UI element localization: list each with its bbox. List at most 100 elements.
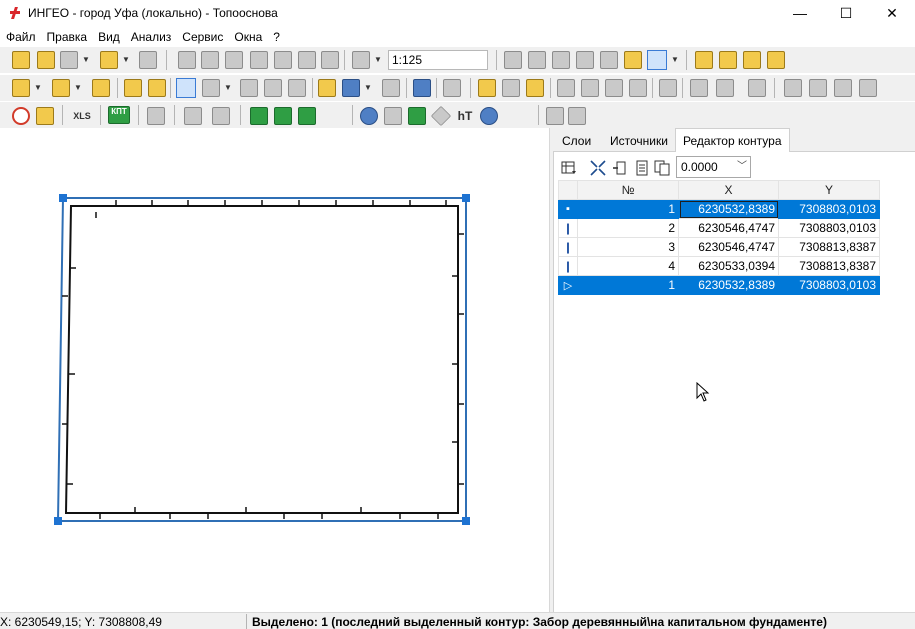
table-row[interactable]: ❙ 4 6230533,0394 7308813,8387 — [558, 256, 880, 276]
rotate-object-icon[interactable] — [719, 51, 737, 69]
style-dropdown-icon[interactable]: ▼ — [671, 51, 679, 69]
map-canvas[interactable] — [0, 128, 549, 612]
group-select-icon[interactable] — [478, 79, 496, 97]
table-options-icon[interactable] — [561, 160, 577, 176]
delete-object-icon[interactable] — [92, 79, 110, 97]
cell-y[interactable]: 7308813,8387 — [778, 237, 880, 257]
tab-sources[interactable]: Источники — [603, 131, 675, 152]
flag-2-icon[interactable] — [274, 107, 292, 125]
open-folder-icon[interactable] — [37, 51, 55, 69]
tab-layers[interactable]: Слои — [555, 131, 598, 152]
table-row[interactable]: ❙ 2 6230546,4747 7308803,0103 — [558, 218, 880, 238]
new-contour-dropdown-icon[interactable]: ▼ — [74, 79, 82, 97]
select-arrow-icon[interactable] — [504, 51, 522, 69]
refresh-icon[interactable] — [321, 51, 339, 69]
cell-x[interactable]: 6230546,4747 — [678, 218, 779, 238]
tab-contour-editor[interactable]: Редактор контура — [675, 128, 790, 153]
attributes-icon[interactable] — [318, 79, 336, 97]
move-object-icon[interactable] — [695, 51, 713, 69]
info-text-icon[interactable] — [212, 107, 230, 125]
fit-all-icon[interactable] — [298, 51, 316, 69]
undo-icon[interactable] — [413, 79, 431, 97]
insert-vertex-icon[interactable] — [612, 160, 628, 176]
select-layer-icon[interactable] — [624, 51, 642, 69]
doc-fx-icon[interactable] — [834, 79, 852, 97]
header-number[interactable]: № — [577, 180, 679, 200]
no-entry-icon[interactable] — [12, 107, 30, 125]
doc-1-icon[interactable] — [784, 79, 802, 97]
ungroup-icon[interactable] — [526, 79, 544, 97]
cell-y[interactable]: 7308803,0103 — [778, 218, 880, 238]
note-icon[interactable] — [36, 107, 54, 125]
draw-line-icon[interactable] — [202, 79, 220, 97]
minimize-button[interactable]: — — [777, 0, 823, 26]
select-polygon-icon[interactable] — [600, 51, 618, 69]
maximize-button[interactable]: ☐ — [823, 0, 869, 26]
flag-3-icon[interactable] — [298, 107, 316, 125]
direction-icon[interactable] — [430, 105, 452, 127]
cell-x[interactable]: 6230532,8389 — [678, 275, 779, 295]
menu-service[interactable]: Сервис — [176, 30, 228, 44]
doc-2-icon[interactable] — [809, 79, 827, 97]
style-fill-icon[interactable] — [647, 50, 667, 70]
fence-contour[interactable] — [64, 205, 459, 514]
new-object-icon[interactable] — [12, 79, 30, 97]
paste-object-icon[interactable] — [148, 79, 166, 97]
close-button[interactable]: ✕ — [869, 0, 915, 26]
zoom-scale-icon[interactable] — [352, 51, 370, 69]
menu-view[interactable]: Вид — [92, 30, 125, 44]
flag-1-icon[interactable] — [250, 107, 268, 125]
menu-windows[interactable]: Окна — [228, 30, 267, 44]
cell-y[interactable]: 7308803,0103 — [778, 275, 880, 295]
menu-analysis[interactable]: Анализ — [125, 30, 177, 44]
zoom-out-icon[interactable] — [274, 51, 292, 69]
overlay-3-icon[interactable] — [605, 79, 623, 97]
home-icon[interactable] — [384, 107, 402, 125]
cell-number[interactable]: 1 — [577, 199, 679, 219]
table-icon[interactable] — [342, 79, 360, 97]
mirror-object-icon[interactable] — [767, 51, 785, 69]
find-icon[interactable] — [147, 107, 165, 125]
table-dropdown-icon[interactable]: ▼ — [364, 79, 372, 97]
scale-dropdown-icon[interactable]: ▼ — [374, 51, 382, 69]
table-row[interactable]: ❙ 3 6230546,4747 7308813,8387 — [558, 237, 880, 257]
draw-line-dropdown-icon[interactable]: ▼ — [224, 79, 232, 97]
help-cursor-icon[interactable] — [443, 79, 461, 97]
new-contour-icon[interactable] — [52, 79, 70, 97]
globe-icon[interactable] — [360, 107, 378, 125]
vertex-handle-3[interactable] — [462, 517, 470, 525]
vertex-snap-icon[interactable] — [748, 79, 766, 97]
edit-vertices-icon[interactable] — [176, 78, 196, 98]
table-row[interactable]: ▷ 1 6230532,8389 7308803,0103 — [558, 275, 880, 295]
pan-hand-icon[interactable] — [201, 51, 219, 69]
document-icon[interactable] — [634, 160, 650, 176]
cell-number[interactable]: 4 — [577, 256, 679, 276]
scale-input[interactable]: 1:125 — [388, 50, 488, 70]
selected-contour[interactable] — [56, 197, 467, 522]
cell-number[interactable]: 1 — [577, 275, 679, 295]
layers-dropdown-icon[interactable]: ▼ — [82, 51, 90, 69]
vertex-handle-1[interactable] — [59, 194, 67, 202]
layers-icon[interactable] — [60, 51, 78, 69]
table-row[interactable]: ▪ 1 6230532,8389 7308803,0103 — [558, 199, 880, 219]
vertex-handle-2[interactable] — [462, 194, 470, 202]
semantics-icon[interactable] — [382, 79, 400, 97]
frame-icon[interactable] — [690, 79, 708, 97]
copy-object-icon[interactable] — [124, 79, 142, 97]
snap-icon[interactable] — [716, 79, 734, 97]
menu-edit[interactable]: Правка — [41, 30, 93, 44]
cell-y[interactable]: 7308813,8387 — [778, 256, 880, 276]
menu-file[interactable]: Файл — [0, 30, 41, 44]
menu-help[interactable]: ? — [267, 30, 285, 44]
explode-icon[interactable] — [502, 79, 520, 97]
split-color-icon[interactable] — [408, 107, 426, 125]
overlay-4-icon[interactable] — [629, 79, 647, 97]
network-icon[interactable] — [546, 107, 564, 125]
open-map-icon[interactable] — [12, 51, 30, 69]
header-x[interactable]: X — [678, 180, 779, 200]
export-xls-button[interactable]: XLS — [70, 107, 94, 125]
header-y[interactable]: Y — [778, 180, 880, 200]
cell-y[interactable]: 7308803,0103 — [778, 199, 880, 219]
select-circle-icon[interactable] — [576, 51, 594, 69]
height-button[interactable]: hT — [455, 107, 475, 125]
